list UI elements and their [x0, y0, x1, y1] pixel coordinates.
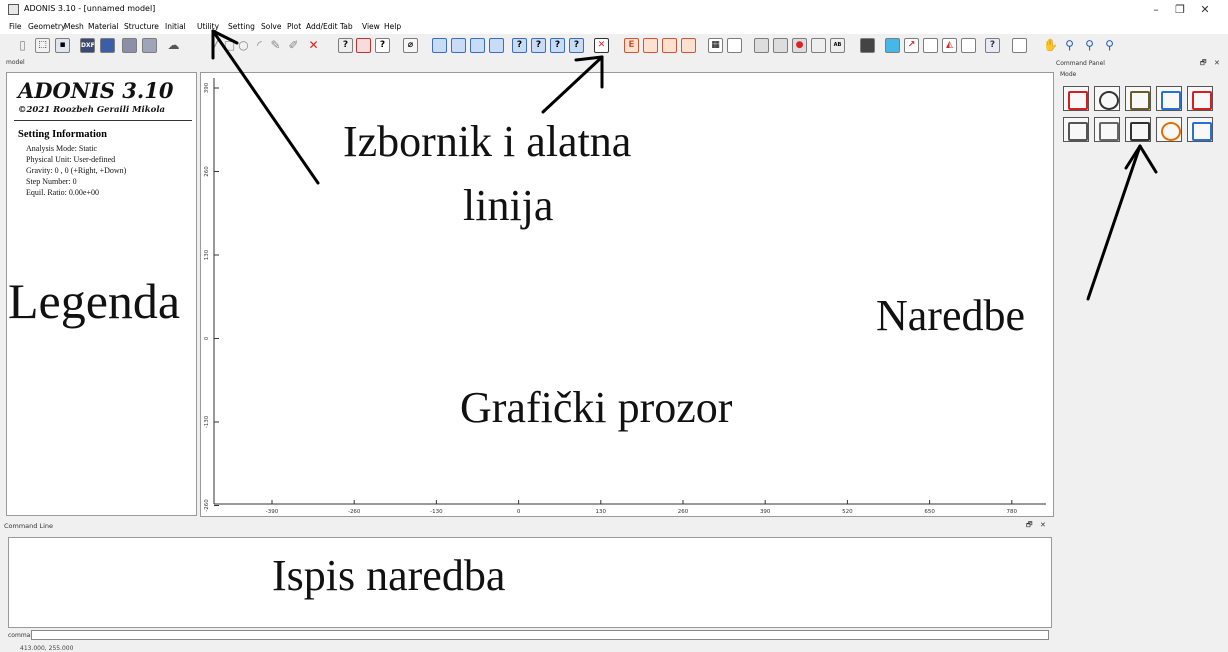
- annotation-arrows: [211, 29, 1158, 301]
- arrow-to-menu: [211, 29, 320, 185]
- annotation-graphics: Grafički prozor: [460, 383, 733, 432]
- annotation-menu-toolbar-line2: linija: [463, 181, 554, 230]
- annotation-command-output: Ispis naredba: [272, 551, 506, 600]
- annotation-legend: Legenda: [8, 273, 181, 329]
- arrow-to-commands-head-b: [1138, 144, 1158, 174]
- arrow-to-toolbar: [541, 55, 604, 114]
- annotation-commands: Naredbe: [876, 291, 1026, 340]
- annotation-menu-toolbar: Izbornik i alatna: [343, 117, 632, 166]
- arrow-to-commands: [1086, 144, 1142, 301]
